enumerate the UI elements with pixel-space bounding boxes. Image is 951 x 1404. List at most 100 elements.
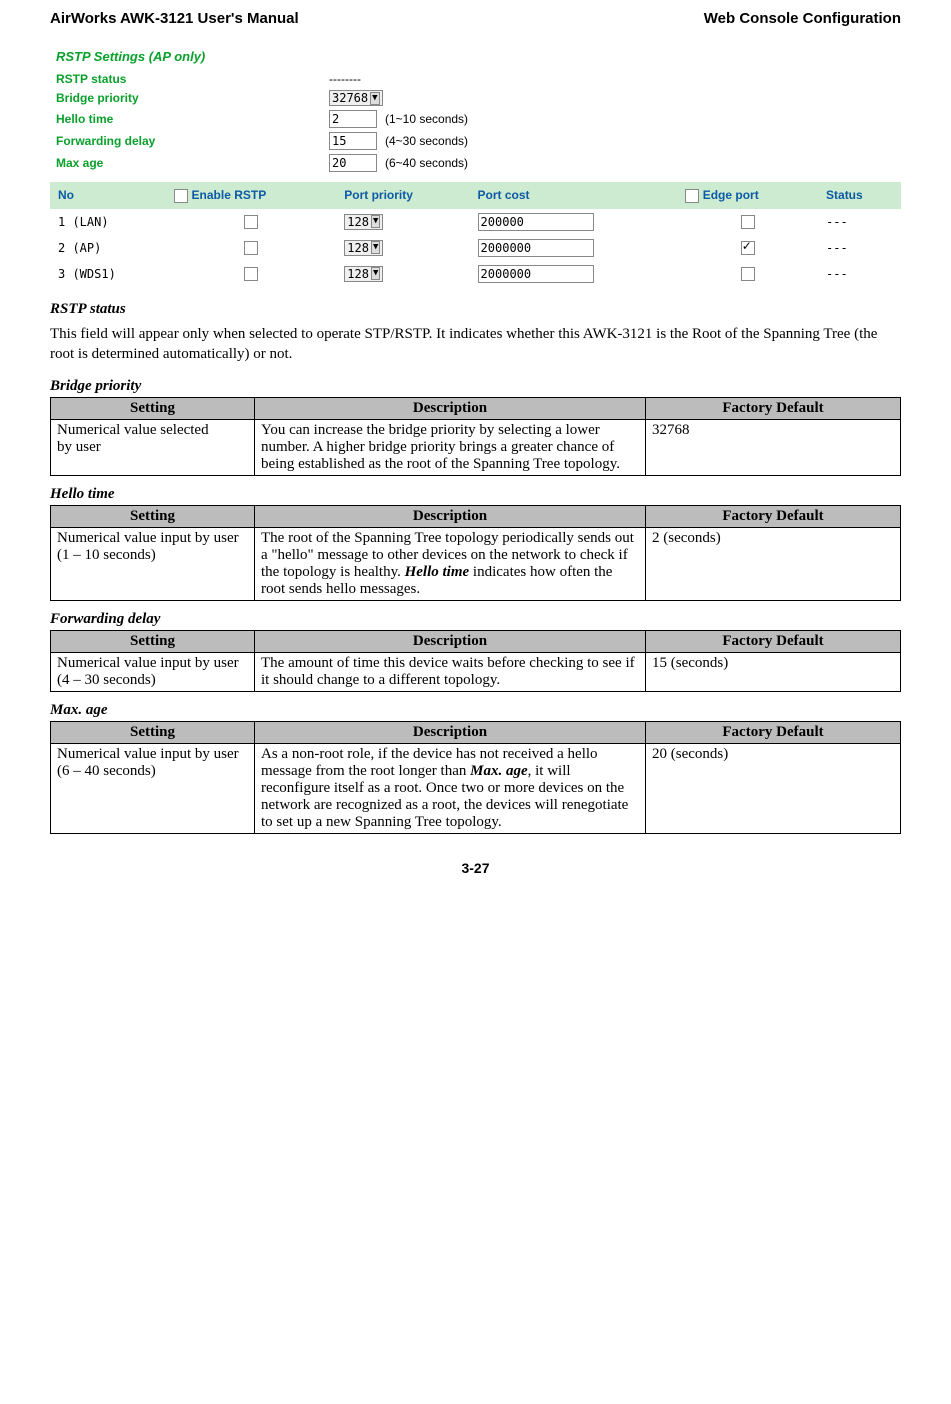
- edge-port-checkbox[interactable]: [741, 241, 755, 255]
- rstp-setting-row: Forwarding delay (4~30 seconds): [50, 130, 901, 152]
- ht-h-desc: Description: [255, 506, 646, 528]
- edge-port-header-checkbox[interactable]: [685, 189, 699, 203]
- ht-setting-line2: (1 – 10 seconds): [57, 547, 156, 563]
- col-edge-port-label: Edge port: [703, 188, 759, 202]
- col-edge-port: Edge port: [677, 182, 818, 209]
- table-row: 2 (AP) 128▼ ---: [50, 235, 901, 261]
- ma-h-desc: Description: [255, 722, 646, 744]
- rstp-setting-label: RSTP status: [56, 72, 321, 86]
- table-max-age-title: Max. age: [50, 702, 901, 719]
- ma-h-setting: Setting: [51, 722, 255, 744]
- edge-port-checkbox[interactable]: [741, 215, 755, 229]
- rstp-title: RSTP Settings (AP only): [50, 45, 901, 70]
- bp-h-default: Factory Default: [646, 398, 901, 420]
- ht-desc-emph: Hello time: [405, 564, 470, 580]
- port-cost-cell: [470, 209, 678, 235]
- page-number: 3-27: [50, 860, 901, 876]
- rstp-setting-row: Max age (6~40 seconds): [50, 152, 901, 174]
- col-enable-rstp-label: Enable RSTP: [192, 188, 267, 202]
- fd-h-desc: Description: [255, 631, 646, 653]
- rstp-setting-input[interactable]: [329, 154, 377, 172]
- port-enable-cell: [166, 209, 336, 235]
- ma-desc-emph: Max. age: [470, 763, 528, 779]
- port-priority-dropdown[interactable]: 128▼: [344, 214, 383, 230]
- port-priority-dropdown[interactable]: 128▼: [344, 240, 383, 256]
- port-priority-cell: 128▼: [336, 209, 469, 235]
- table-bridge-priority-title: Bridge priority: [50, 378, 901, 395]
- section-rstp-status-body: This field will appear only when selecte…: [50, 324, 901, 365]
- port-priority-cell: 128▼: [336, 261, 469, 287]
- rstp-setting-row: Bridge priority32768▼: [50, 88, 901, 108]
- rstp-setting-value: --------: [329, 72, 361, 86]
- edge-port-checkbox[interactable]: [741, 267, 755, 281]
- ma-h-default: Factory Default: [646, 722, 901, 744]
- table-row: Numerical value input by user (6 – 40 se…: [51, 744, 901, 834]
- port-no: 1 (LAN): [50, 209, 166, 235]
- header-right: Web Console Configuration: [704, 10, 901, 27]
- rstp-setting-row: Hello time(1~10 seconds): [50, 108, 901, 130]
- bp-setting: Numerical value selected by user: [51, 420, 255, 476]
- rstp-setting-label: Hello time: [56, 112, 321, 126]
- table-fwd-delay: Setting Description Factory Default Nume…: [50, 630, 901, 692]
- ma-setting-line2: (6 – 40 seconds): [57, 763, 156, 779]
- fd-h-setting: Setting: [51, 631, 255, 653]
- col-enable-rstp: Enable RSTP: [166, 182, 336, 209]
- table-row: Numerical value input by user (1 – 10 se…: [51, 528, 901, 601]
- col-port-cost: Port cost: [470, 182, 678, 209]
- rstp-setting-hint: (6~40 seconds): [385, 156, 468, 170]
- rstp-setting-input[interactable]: [329, 132, 377, 150]
- rstp-setting-input[interactable]: [329, 110, 377, 128]
- rstp-setting-label: Max age: [56, 156, 321, 170]
- chevron-down-icon: ▼: [371, 267, 380, 280]
- bp-h-setting: Setting: [51, 398, 255, 420]
- fd-default: 15 (seconds): [646, 653, 901, 692]
- ht-setting-line1: Numerical value input by user: [57, 530, 239, 546]
- rstp-setting-label: Forwarding delay: [56, 134, 321, 148]
- table-hello-time: Setting Description Factory Default Nume…: [50, 505, 901, 601]
- port-cost-input[interactable]: [478, 239, 594, 257]
- bp-default: 32768: [646, 420, 901, 476]
- ma-default: 20 (seconds): [646, 744, 901, 834]
- fd-desc: The amount of time this device waits bef…: [255, 653, 646, 692]
- table-fwd-delay-title: Forwarding delay: [50, 611, 901, 628]
- chevron-down-icon: ▼: [371, 241, 380, 254]
- port-cost-input[interactable]: [478, 265, 594, 283]
- bp-desc: You can increase the bridge priority by …: [255, 420, 646, 476]
- port-no: 2 (AP): [50, 235, 166, 261]
- ht-default: 2 (seconds): [646, 528, 901, 601]
- fd-setting-line2: (4 – 30 seconds): [57, 672, 156, 688]
- ma-desc: As a non-root role, if the device has no…: [255, 744, 646, 834]
- rstp-setting-row: RSTP status --------: [50, 70, 901, 88]
- rstp-port-table: No Enable RSTP Port priority Port cost E…: [50, 182, 901, 287]
- fd-setting-line1: Numerical value input by user: [57, 655, 239, 671]
- port-cost-input[interactable]: [478, 213, 594, 231]
- col-port-priority: Port priority: [336, 182, 469, 209]
- port-enable-cell: [166, 261, 336, 287]
- bp-h-desc: Description: [255, 398, 646, 420]
- ht-setting: Numerical value input by user (1 – 10 se…: [51, 528, 255, 601]
- port-status: ---: [818, 261, 901, 287]
- enable-rstp-checkbox[interactable]: [244, 267, 258, 281]
- port-enable-cell: [166, 235, 336, 261]
- port-priority-cell: 128▼: [336, 235, 469, 261]
- port-priority-dropdown[interactable]: 128▼: [344, 266, 383, 282]
- enable-rstp-checkbox[interactable]: [244, 241, 258, 255]
- rstp-setting-hint: (4~30 seconds): [385, 134, 468, 148]
- table-hello-time-title: Hello time: [50, 486, 901, 503]
- table-max-age: Setting Description Factory Default Nume…: [50, 721, 901, 834]
- port-status: ---: [818, 209, 901, 235]
- edge-port-cell: [677, 235, 818, 261]
- header-left: AirWorks AWK-3121 User's Manual: [50, 10, 299, 27]
- ma-setting: Numerical value input by user (6 – 40 se…: [51, 744, 255, 834]
- enable-rstp-header-checkbox[interactable]: [174, 189, 188, 203]
- page-header: AirWorks AWK-3121 User's Manual Web Cons…: [50, 10, 901, 27]
- edge-port-cell: [677, 209, 818, 235]
- port-cost-cell: [470, 261, 678, 287]
- chevron-down-icon: ▼: [371, 215, 380, 228]
- table-row: 3 (WDS1)128▼---: [50, 261, 901, 287]
- enable-rstp-checkbox[interactable]: [244, 215, 258, 229]
- edge-port-cell: [677, 261, 818, 287]
- table-row: Numerical value selected by user You can…: [51, 420, 901, 476]
- rstp-setting-dropdown[interactable]: 32768▼: [329, 90, 383, 106]
- port-status: ---: [818, 235, 901, 261]
